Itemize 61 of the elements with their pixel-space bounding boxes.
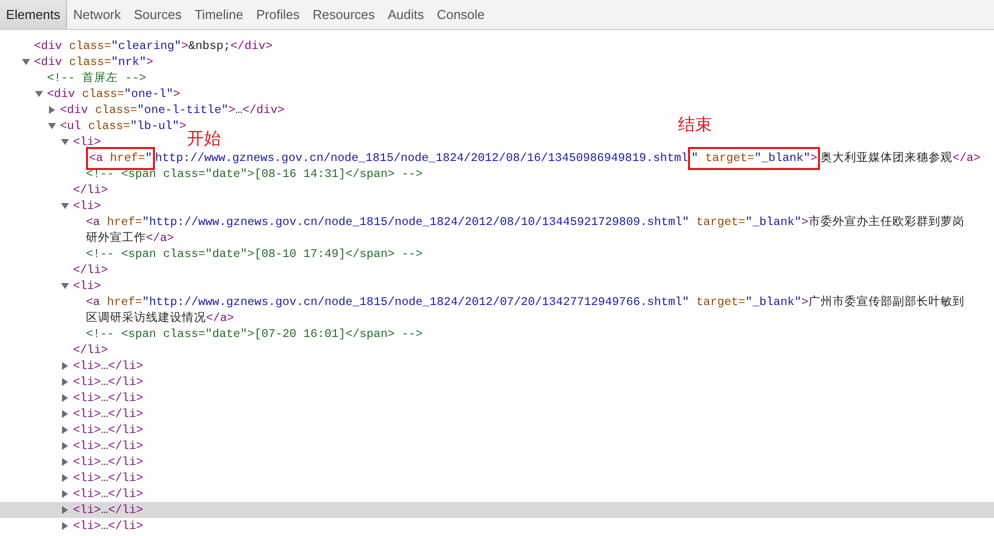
collapsed-arrow-icon[interactable] bbox=[61, 490, 69, 498]
collapsed-arrow-icon[interactable] bbox=[61, 442, 69, 450]
collapsed-arrow-icon[interactable] bbox=[61, 522, 69, 530]
expanded-arrow-icon[interactable] bbox=[22, 58, 30, 66]
collapsed-arrow-icon[interactable] bbox=[48, 106, 56, 114]
panel-tab[interactable]: Console bbox=[430, 0, 492, 29]
code-line: <div class="nrk"> bbox=[34, 54, 154, 70]
panel-tab[interactable]: Audits bbox=[382, 0, 431, 29]
code-line: <li>…</li> bbox=[73, 438, 144, 454]
expanded-arrow-icon[interactable] bbox=[61, 138, 69, 146]
code-line: </li> bbox=[73, 262, 108, 278]
collapsed-arrow-icon[interactable] bbox=[61, 362, 69, 370]
annotation-label: 结束 bbox=[678, 114, 712, 134]
code-line: <li>…</li> bbox=[73, 518, 144, 534]
code-text: 奥大利亚媒体团来穗参观</a> bbox=[820, 150, 980, 166]
panel-tab[interactable]: Timeline bbox=[188, 0, 250, 29]
code-line: <li>…</li> bbox=[73, 470, 144, 486]
expanded-arrow-icon[interactable] bbox=[35, 90, 43, 98]
code-line: 区调研采访线建设情况</a> bbox=[86, 310, 234, 326]
expanded-arrow-icon[interactable] bbox=[61, 282, 69, 290]
code-comment: <!-- <span class="date">[08-10 17:49]</span> --> bbox=[86, 246, 423, 262]
code-line: <li>…</li> bbox=[73, 502, 144, 518]
collapsed-arrow-icon[interactable] bbox=[61, 394, 69, 402]
collapsed-arrow-icon[interactable] bbox=[61, 458, 69, 466]
code-line: <li> bbox=[73, 134, 102, 150]
code-line: <a href="http://www.gznews.gov.cn/node_1815/node_1824/2012/07/20/13427712949766.shtml" target="_blank">广州市委宣传部副部长叶敏到 bbox=[86, 294, 964, 310]
code-text: http://www.gznews.gov.cn/node_1815/node_1824/2012/08/16/13450986949819.shtml bbox=[155, 150, 688, 166]
code-line: <ul class="lb-ul"> bbox=[60, 118, 186, 134]
panel-tab[interactable]: Sources bbox=[128, 0, 189, 29]
code-line: 研外宣工作</a> bbox=[86, 230, 174, 246]
collapsed-arrow-icon[interactable] bbox=[61, 410, 69, 418]
code-line: </li> bbox=[73, 342, 108, 358]
code-line: <li>…</li> bbox=[73, 374, 144, 390]
code-line: </li> bbox=[73, 182, 108, 198]
code-line: <li> bbox=[73, 278, 102, 294]
code-line: <li>…</li> bbox=[73, 358, 144, 374]
panel-tab[interactable]: Elements bbox=[0, 0, 68, 29]
code-line: <li>…</li> bbox=[73, 486, 144, 502]
code-line: <li>…</li> bbox=[73, 406, 144, 422]
code-line: <a href="http://www.gznews.gov.cn/node_1815/node_1824/2012/08/10/13445921729809.shtml" target="_blank">市委外宣办主任欧彩群到萝岗 bbox=[86, 214, 964, 230]
code-line: <li>…</li> bbox=[73, 422, 144, 438]
collapsed-arrow-icon[interactable] bbox=[61, 506, 69, 514]
panel-tab[interactable]: Resources bbox=[306, 0, 382, 29]
panel-tab[interactable]: Network bbox=[67, 0, 128, 29]
code-line: <li> bbox=[73, 198, 102, 214]
expanded-arrow-icon[interactable] bbox=[61, 202, 69, 210]
expanded-arrow-icon[interactable] bbox=[48, 122, 56, 130]
annotation-label: 开始 bbox=[187, 128, 222, 148]
panel-tab[interactable]: Profiles bbox=[250, 0, 307, 29]
code-line: <div class="clearing">&nbsp;</div> bbox=[34, 38, 273, 54]
code-comment: <!-- <span class="date">[07-20 16:01]</span> --> bbox=[86, 326, 423, 342]
code-line: <div class="one-l-title">…</div> bbox=[60, 102, 284, 118]
collapsed-arrow-icon[interactable] bbox=[61, 426, 69, 434]
selected-row[interactable]: <li>…</li> bbox=[0, 502, 994, 518]
code-line: <li>…</li> bbox=[73, 454, 144, 470]
code-comment: <!-- <span class="date">[08-16 14:31]</span> --> bbox=[86, 166, 423, 182]
collapsed-arrow-icon[interactable] bbox=[61, 474, 69, 482]
code-line: <div class="one-l"> bbox=[47, 86, 180, 102]
code-line: <li>…</li> bbox=[73, 390, 144, 406]
collapsed-arrow-icon[interactable] bbox=[61, 378, 69, 386]
code-comment: <!-- 首屏左 --> bbox=[47, 70, 146, 86]
